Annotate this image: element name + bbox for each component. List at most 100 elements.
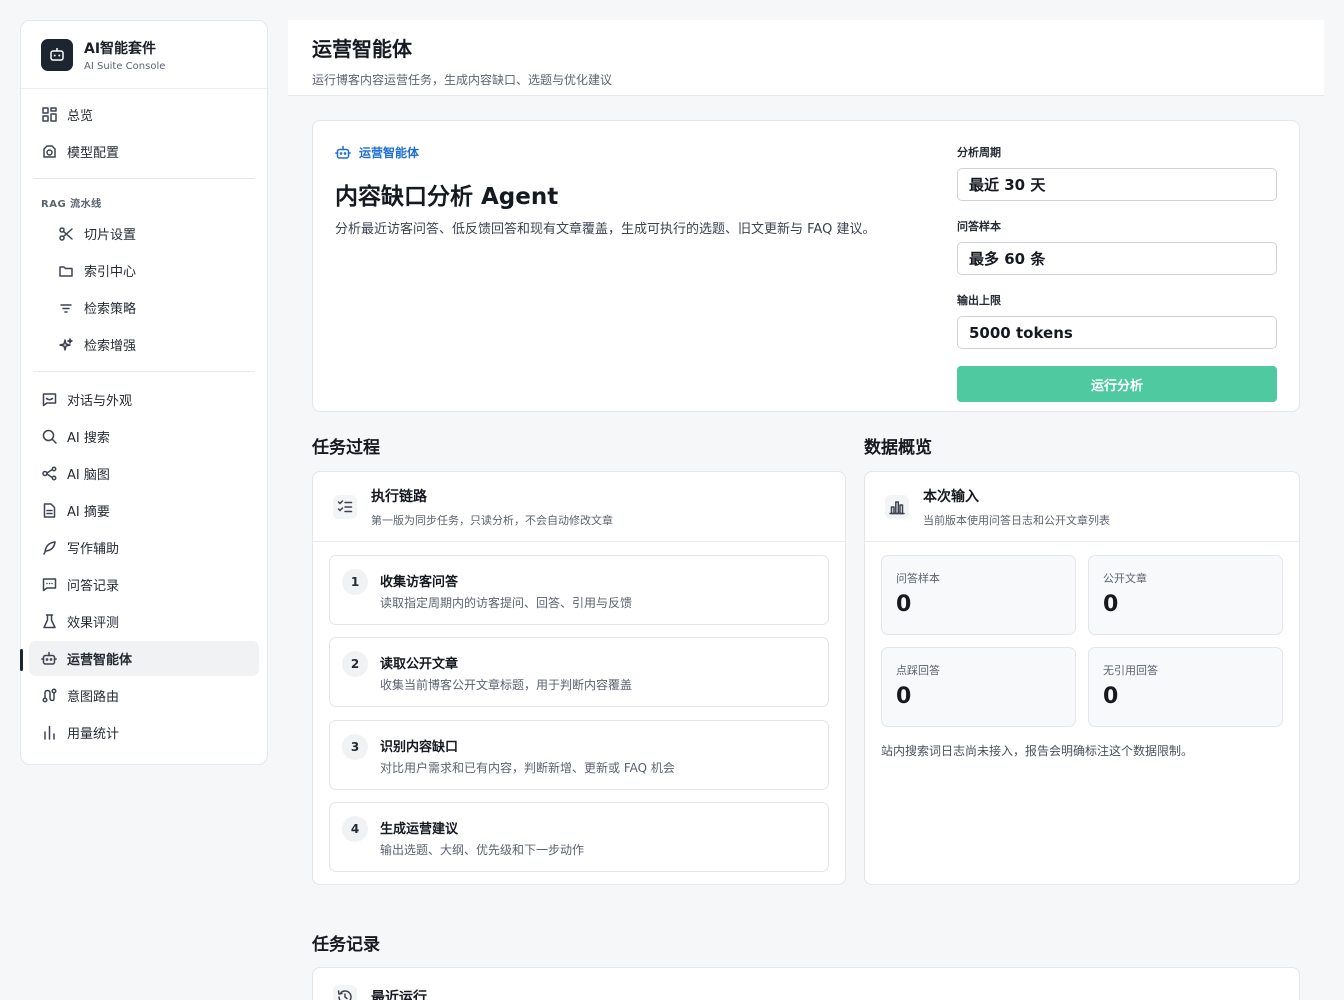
sidebar-item-ai-mindmap[interactable]: AI 脑图 (29, 456, 259, 491)
sidebar: AI智能套件 AI Suite Console 总览 模型配置 RAG 流水线 … (20, 20, 268, 765)
sidebar-item-ai-summary[interactable]: AI 摘要 (29, 493, 259, 528)
flask-icon (41, 614, 57, 630)
sidebar-nav: 总览 模型配置 RAG 流水线 切片设置 索引中心 检索策略 检索增强 对话与外… (20, 89, 267, 750)
overview-panel: 本次输入 当前版本使用问答日志和公开文章列表 问答样本 0 公开文章 0 点踩回… (864, 471, 1300, 885)
step-description: 对比用户需求和已有内容，判断新增、更新或 FAQ 机会 (380, 761, 675, 775)
period-select[interactable]: 最近 30 天 (957, 168, 1277, 201)
process-panel: 执行链路 第一版为同步任务，只读分析，不会自动修改文章 1 收集访客问答 读取指… (312, 471, 846, 885)
stat-value: 0 (896, 684, 912, 709)
sidebar-item-label: AI 搜索 (67, 431, 110, 446)
nav-divider (33, 178, 255, 179)
stat-card: 点踩回答 0 (881, 647, 1076, 727)
step-title: 收集访客问答 (380, 575, 459, 590)
nav-group-rag: RAG 流水线 (41, 199, 102, 210)
sidebar-item-label: 运营智能体 (67, 653, 133, 668)
sidebar-item-label: 总览 (67, 109, 94, 124)
robot-icon (41, 651, 57, 667)
stat-label: 无引用回答 (1103, 664, 1158, 677)
sidebar-item-label: 写作辅助 (67, 542, 120, 557)
sidebar-item-label: 模型配置 (67, 146, 120, 161)
records-section-title: 任务记录 (312, 935, 380, 955)
sidebar-item-label: 用量统计 (67, 727, 120, 742)
brand-name: AI智能套件 (84, 40, 157, 57)
sidebar-item-evaluation[interactable]: 效果评测 (29, 604, 259, 639)
sidebar-item-retrieval-strategy[interactable]: 检索策略 (29, 290, 259, 325)
agent-tag: 运营智能体 (335, 144, 419, 161)
stat-value: 0 (1103, 684, 1119, 709)
brand[interactable]: AI智能套件 AI Suite Console (21, 21, 267, 89)
chat-icon (41, 392, 57, 408)
sidebar-item-chat-appearance[interactable]: 对话与外观 (29, 382, 259, 417)
sidebar-item-label: 检索策略 (84, 302, 137, 317)
step-description: 输出选题、大纲、优先级和下一步动作 (380, 843, 585, 857)
stat-label: 公开文章 (1103, 572, 1147, 585)
process-panel-header: 执行链路 第一版为同步任务，只读分析，不会自动修改文章 (313, 472, 845, 542)
step-title: 识别内容缺口 (380, 740, 459, 755)
scissors-icon (58, 226, 74, 242)
sidebar-item-label: 问答记录 (67, 579, 120, 594)
stat-value: 0 (1103, 592, 1119, 617)
sidebar-item-intent-routing[interactable]: 意图路由 (29, 678, 259, 713)
page-header: 运营智能体 运行博客内容运营任务，生成内容缺口、选题与优化建议 (288, 20, 1324, 96)
step-number: 2 (342, 651, 368, 677)
sidebar-item-label: AI 摘要 (67, 505, 110, 520)
output-limit-select[interactable]: 5000 tokens (957, 316, 1277, 349)
process-step: 4 生成运营建议 输出选题、大纲、优先级和下一步动作 (329, 802, 829, 872)
robot-icon (335, 145, 351, 159)
grid-icon (41, 107, 57, 123)
stat-value: 0 (896, 592, 912, 617)
nav-divider (33, 371, 255, 372)
overview-panel-title: 本次输入 (923, 488, 979, 505)
sidebar-item-model-config[interactable]: 模型配置 (29, 134, 259, 169)
mindmap-icon (41, 466, 57, 482)
camera-icon (41, 144, 57, 160)
agent-tag-label: 运营智能体 (359, 146, 420, 160)
sidebar-item-label: 切片设置 (84, 228, 137, 243)
bar-chart-icon (41, 725, 57, 741)
page-subtitle: 运行博客内容运营任务，生成内容缺口、选题与优化建议 (312, 73, 613, 87)
stat-card: 问答样本 0 (881, 555, 1076, 635)
step-title: 生成运营建议 (380, 822, 459, 837)
overview-panel-subtitle: 当前版本使用问答日志和公开文章列表 (923, 513, 1110, 527)
step-number: 4 (342, 816, 368, 842)
sidebar-item-usage-stats[interactable]: 用量统计 (29, 715, 259, 750)
sidebar-item-qa-records[interactable]: 问答记录 (29, 567, 259, 602)
sidebar-item-retrieval-enhance[interactable]: 检索增强 (29, 327, 259, 362)
sidebar-item-ai-search[interactable]: AI 搜索 (29, 419, 259, 454)
bar-chart-icon (885, 494, 909, 519)
sidebar-item-label: 索引中心 (84, 265, 137, 280)
records-panel-header: 最近运行 (313, 968, 1299, 1000)
sidebar-item-label: 意图路由 (67, 690, 120, 705)
period-label: 分析周期 (957, 146, 1001, 159)
robot-logo-icon (41, 38, 73, 71)
agent-description: 分析最近访客问答、低反馈回答和现有文章覆盖，生成可执行的选题、旧文更新与 FAQ… (335, 222, 876, 237)
output-limit-label: 输出上限 (957, 294, 1001, 307)
data-limit-note: 站内搜索词日志尚未接入，报告会明确标注这个数据限制。 (881, 744, 1194, 758)
sidebar-item-overview[interactable]: 总览 (29, 97, 259, 132)
run-analysis-button[interactable]: 运行分析 (957, 366, 1277, 402)
agent-title: 内容缺口分析 Agent (335, 184, 559, 210)
sidebar-item-index-center[interactable]: 索引中心 (29, 253, 259, 288)
folder-icon (58, 263, 74, 279)
route-icon (41, 688, 57, 704)
analysis-form: 分析周期 最近 30 天 问答样本 最多 60 条 输出上限 5000 toke… (957, 144, 1277, 402)
step-description: 读取指定周期内的访客提问、回答、引用与反馈 (380, 596, 633, 610)
sidebar-item-ops-agent[interactable]: 运营智能体 (20, 641, 259, 676)
process-panel-title: 执行链路 (371, 488, 427, 505)
samples-label: 问答样本 (957, 220, 1001, 233)
overview-panel-header: 本次输入 当前版本使用问答日志和公开文章列表 (865, 472, 1299, 542)
sparkle-icon (58, 337, 74, 353)
sidebar-item-writing-assist[interactable]: 写作辅助 (29, 530, 259, 565)
sidebar-item-label: 检索增强 (84, 339, 137, 354)
document-icon (41, 503, 57, 519)
process-section-title: 任务过程 (312, 438, 380, 458)
page-title: 运营智能体 (312, 37, 412, 61)
records-panel: 最近运行 (312, 967, 1300, 1000)
samples-select[interactable]: 最多 60 条 (957, 242, 1277, 275)
history-icon (333, 985, 357, 1000)
overview-section-title: 数据概览 (864, 438, 932, 458)
sidebar-item-chunking[interactable]: 切片设置 (29, 216, 259, 251)
stat-card: 公开文章 0 (1088, 555, 1283, 635)
feather-icon (41, 540, 57, 556)
agent-card: 运营智能体 内容缺口分析 Agent 分析最近访客问答、低反馈回答和现有文章覆盖… (312, 120, 1300, 412)
